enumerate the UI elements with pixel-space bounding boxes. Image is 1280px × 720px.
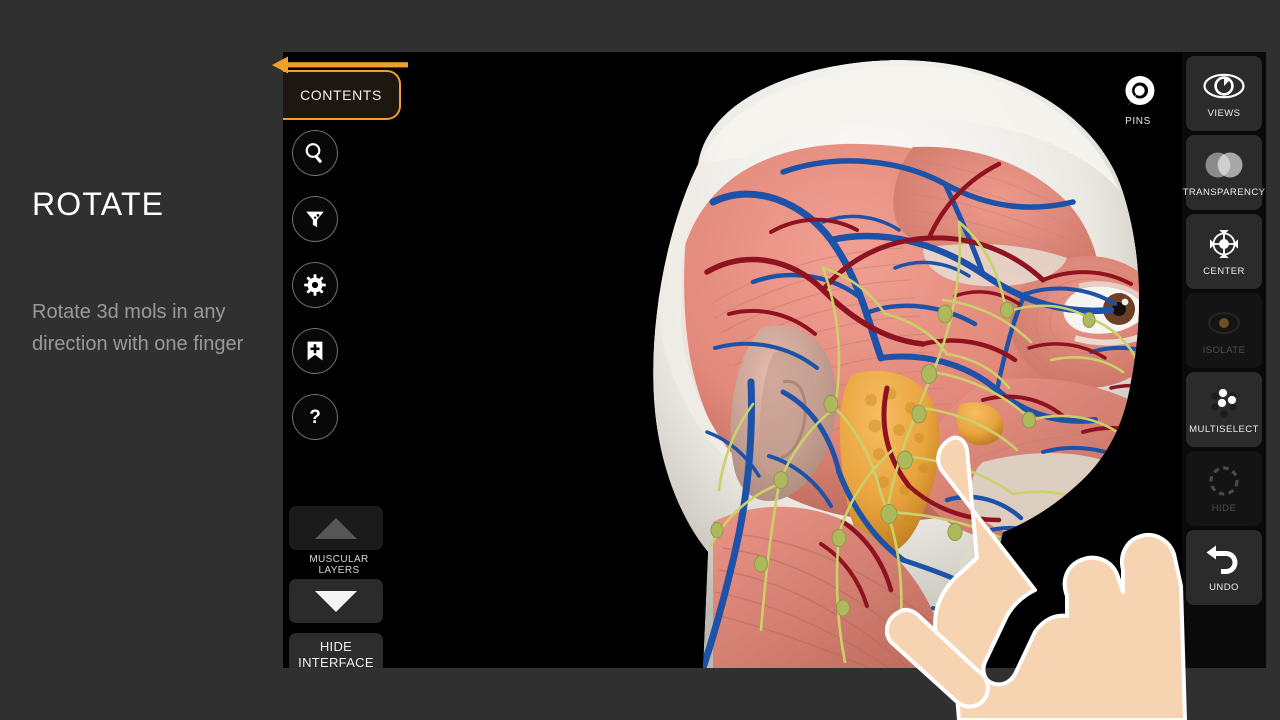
arrow-shaft: [286, 62, 408, 68]
layer-down-button[interactable]: [289, 579, 383, 623]
contents-button-label: CONTENTS: [300, 87, 382, 103]
page-title: ROTATE: [32, 186, 165, 222]
isolate-button[interactable]: ISOLATE: [1186, 293, 1262, 368]
multiselect-label: MULTISELECT: [1189, 423, 1259, 435]
search-icon: [305, 143, 322, 164]
hide-interface-button[interactable]: HIDE INTERFACE: [289, 633, 383, 668]
isolate-label: ISOLATE: [1202, 344, 1246, 356]
views-button[interactable]: VIEWS: [1186, 56, 1262, 131]
center-button[interactable]: CENTER: [1186, 214, 1262, 289]
app-window: ROTATE Rotate 3d mols in any direction w…: [0, 0, 1280, 720]
transparency-button[interactable]: TRANSPARENCY: [1183, 135, 1265, 210]
left-toolbar: ?: [292, 130, 354, 460]
triangle-down-icon: [315, 590, 357, 612]
pin-icon: [1125, 75, 1155, 108]
filter-button[interactable]: [292, 196, 338, 242]
gear-icon: [304, 274, 326, 296]
triangle-up-icon: [315, 517, 357, 539]
settings-button[interactable]: [292, 262, 338, 308]
hide-label: HIDE: [1211, 502, 1237, 514]
eye-icon: [1202, 69, 1246, 103]
instruction-text: Rotate 3d mols in any direction with one…: [32, 301, 244, 355]
question-mark-icon: ?: [309, 407, 321, 428]
undo-label: UNDO: [1209, 581, 1239, 593]
multiselect-button[interactable]: MULTISELECT: [1186, 372, 1262, 447]
hide-interface-label-line2: INTERFACE: [298, 655, 374, 668]
pins-label: PINS: [1125, 116, 1151, 127]
views-label: VIEWS: [1207, 107, 1241, 119]
help-button[interactable]: ?: [292, 394, 338, 440]
muscular-layers-label: MUSCULAR LAYERS: [309, 554, 369, 576]
funnel-icon: [306, 211, 324, 228]
bookmark-plus-icon: [307, 341, 323, 361]
transparency-label: TRANSPARENCY: [1182, 186, 1266, 198]
muscular-layers-control: MUSCULAR LAYERS HIDE INTERFACE: [289, 506, 389, 668]
contents-arrow-group: [272, 56, 408, 74]
layer-up-button[interactable]: [289, 506, 383, 550]
instruction-panel: ROTATE Rotate 3d mols in any direction w…: [0, 0, 283, 720]
isolate-icon: [1205, 306, 1243, 340]
dashed-circle-icon: [1207, 464, 1241, 498]
hide-button[interactable]: HIDE: [1186, 451, 1262, 526]
right-toolbar: VIEWS TRANSPARENCY CENTER ISOLATE MULTIS…: [1182, 52, 1266, 668]
svg-text:?: ?: [309, 407, 321, 428]
undo-button[interactable]: UNDO: [1186, 530, 1262, 605]
crosshair-icon: [1205, 227, 1243, 261]
model-viewport[interactable]: CONTENTS ? MUSCULAR LAYERS HIDE INTERFAC…: [283, 52, 1266, 668]
two-circles-icon: [1200, 148, 1248, 182]
hide-interface-label-line1: HIDE: [319, 639, 353, 654]
undo-arrow-icon: [1204, 543, 1244, 577]
pins-button[interactable]: PINS: [1110, 72, 1166, 127]
contents-button[interactable]: CONTENTS: [283, 70, 401, 120]
anatomy-model-render: [283, 52, 1266, 668]
bookmark-add-button[interactable]: [292, 328, 338, 374]
dot-cluster-icon: [1205, 385, 1243, 419]
search-button[interactable]: [292, 130, 338, 176]
center-label: CENTER: [1203, 265, 1245, 277]
arrow-left-icon: [272, 56, 288, 74]
